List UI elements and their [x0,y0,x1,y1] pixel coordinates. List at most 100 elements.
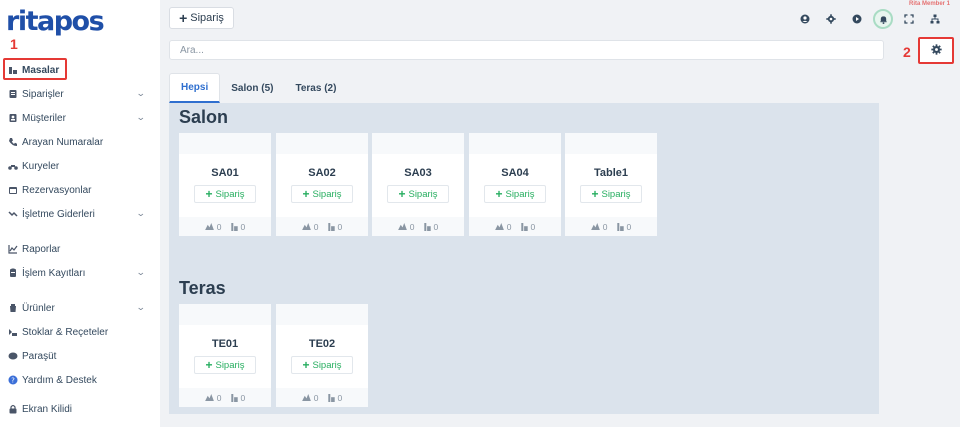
card-footer: 0 0 [179,388,271,407]
table-name: SA02 [308,167,336,179]
card-header-strip [469,133,561,154]
parasut-icon [8,351,18,361]
card-footer: 0 0 [372,217,464,236]
expenses-icon [8,209,18,219]
sidebar-item-label: Müşteriler [22,112,66,124]
table-order-button[interactable]: + Sipariş [291,185,353,203]
card-header-strip [565,133,657,154]
sitemap-icon[interactable] [922,8,948,30]
sidebar-item-arayan-numaralar[interactable]: Arayan Numaralar [8,133,153,151]
customers-icon [8,113,18,123]
sidebar-item-yardim-destek[interactable]: ? Yardım & Destek [8,371,153,389]
annotation-marker-1: 1 [10,36,18,52]
fullscreen-icon[interactable] [896,8,922,30]
lock-icon [8,404,18,414]
sidebar-item-parasut[interactable]: Paraşüt [8,347,153,365]
sidebar-item-label: İşletme Giderleri [22,208,95,220]
play-icon[interactable] [844,8,870,30]
orders-count: 0 [230,393,245,403]
stock-icon [8,327,18,337]
chevron-down-icon: ⌄ [136,302,147,312]
card-footer: 0 0 [565,217,657,236]
sidebar-item-islem-kayitlari[interactable]: İşlem Kayıtları ⌄ [8,264,153,282]
table-order-button[interactable]: + Sipariş [387,185,449,203]
sidebar-item-label: Paraşüt [22,350,57,362]
sidebar-item-raporlar[interactable]: Raporlar [8,240,153,258]
order-label: Sipariş [408,188,438,200]
sidebar-item-isletme-giderleri[interactable]: İşletme Giderleri ⌄ [8,205,153,223]
card-header-strip [372,133,464,154]
table-name: TE01 [211,338,239,350]
table-order-button[interactable]: + Sipariş [291,356,353,374]
calendar-icon [8,185,18,195]
table-order-button[interactable]: + Sipariş [194,356,256,374]
guests-icon [397,223,407,230]
sidebar-item-label: Ekran Kilidi [22,403,73,415]
table-settings-button[interactable] [918,37,954,64]
sidebar-item-siparisler[interactable]: Siparişler ⌄ [8,85,153,103]
table-card-sa01[interactable]: SA01 + Sipariş 0 0 [179,133,271,236]
tables-panel: Salon SA01 + Sipariş 0 0 SA02 + Sipariş 0 … [169,103,879,414]
order-label: Sipariş [601,188,631,200]
member-label: Rita Member 1 [908,1,950,7]
tab-hepsi[interactable]: Hepsi [169,73,221,103]
guests-count: 0 [590,222,608,232]
sidebar-item-masalar[interactable]: Masalar [8,61,153,79]
tab-salon[interactable]: Salon (5) [220,73,284,103]
table-card-te02[interactable]: TE02 + Sipariş 0 0 [276,304,368,407]
sidebar-item-label: Ürünler [22,302,55,314]
guests-icon [590,223,600,230]
sidebar-item-label: Arayan Numaralar [22,136,104,148]
guests-count: 0 [397,222,415,232]
card-footer: 0 0 [276,388,368,407]
plus-icon: + [302,187,310,201]
card-header-strip [276,133,368,154]
section-title-teras: Teras [179,278,226,298]
bell-icon[interactable] [873,9,893,29]
sidebar-item-kuryeler[interactable]: Kuryeler [8,157,153,175]
table-name: SA03 [404,167,432,179]
sidebar-item-stoklar-receteler[interactable]: Stoklar & Reçeteler [8,323,153,341]
table-card-sa03[interactable]: SA03 + Sipariş 0 0 [372,133,464,236]
orders-count: 0 [327,222,342,232]
card-header-strip [276,304,368,325]
orders-icon [230,393,238,402]
new-order-button[interactable]: + Sipariş [169,7,234,29]
search-input[interactable]: Ara... [169,40,884,60]
user-icon[interactable] [792,8,818,30]
table-card-table1[interactable]: Table1 + Sipariş 0 0 [565,133,657,236]
order-label: Sipariş [215,359,245,371]
section-title-salon: Salon [179,107,229,127]
plus-icon: + [205,187,213,201]
orders-count: 0 [230,222,245,232]
sidebar-item-urunler[interactable]: Ürünler ⌄ [8,299,153,317]
plus-icon: + [302,358,310,372]
order-label: Sipariş [312,188,342,200]
sidebar-item-label: Rezervasyonlar [22,184,92,196]
table-order-button[interactable]: + Sipariş [194,185,256,203]
orders-icon [520,222,528,231]
new-order-label: Sipariş [190,12,224,24]
sidebar-item-label: Kuryeler [22,160,60,172]
plus-icon: + [591,187,599,201]
table-card-te01[interactable]: TE01 + Sipariş 0 0 [179,304,271,407]
table-name: SA01 [211,167,239,179]
tab-teras[interactable]: Teras (2) [284,73,347,103]
annotation-marker-2: 2 [903,44,911,60]
gear-icon[interactable] [818,8,844,30]
table-name: TE02 [308,338,336,350]
guests-icon [204,223,214,230]
table-order-button[interactable]: + Sipariş [580,185,642,203]
orders-icon [423,222,431,231]
orders-count: 0 [616,222,631,232]
table-card-sa02[interactable]: SA02 + Sipariş 0 0 [276,133,368,236]
table-card-sa04[interactable]: SA04 + Sipariş 0 0 [469,133,561,236]
tables-icon [8,65,18,75]
plus-icon: + [179,10,188,26]
sidebar-item-rezervasyonlar[interactable]: Rezervasyonlar [8,181,153,199]
ritapos-logo[interactable]: ritapos [6,6,105,37]
sidebar-item-ekran-kilidi[interactable]: Ekran Kilidi [8,400,153,418]
order-label: Sipariş [312,359,342,371]
sidebar-item-musteriler[interactable]: Müşteriler ⌄ [8,109,153,127]
table-order-button[interactable]: + Sipariş [484,185,546,203]
